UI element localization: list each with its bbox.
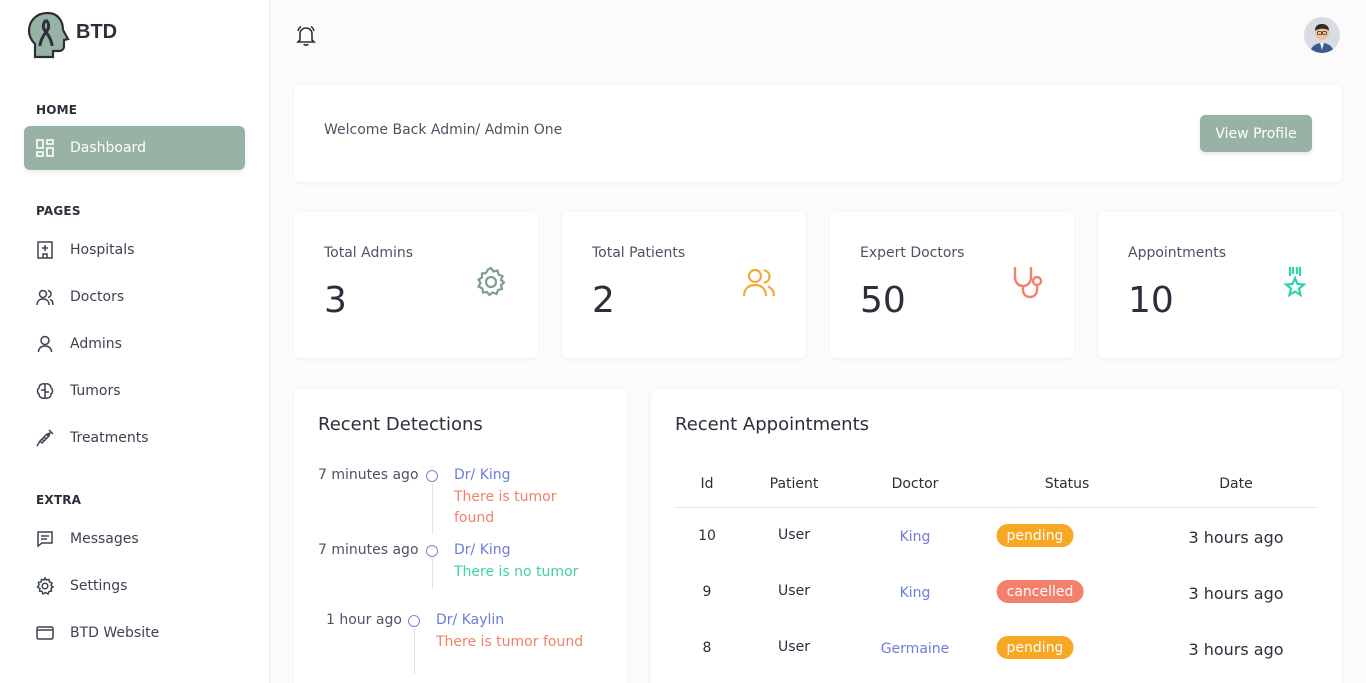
detection-time: 1 hour ago xyxy=(326,612,402,628)
user-avatar[interactable] xyxy=(1304,17,1340,53)
message-icon xyxy=(35,529,55,549)
detection-result: There is tumor found xyxy=(454,489,557,526)
stat-value: 3 xyxy=(324,280,347,321)
stat-value: 2 xyxy=(592,280,615,321)
award-icon xyxy=(1278,265,1312,299)
recent-detections-title: Recent Detections xyxy=(318,414,483,435)
stat-title: Total Admins xyxy=(324,245,414,261)
bell-icon[interactable] xyxy=(296,25,316,47)
sidebar-item-label: Messages xyxy=(70,531,139,547)
sidebar-item-doctors[interactable]: Doctors xyxy=(24,275,245,319)
sidebar-item-label: Tumors xyxy=(70,383,121,399)
stat-title: Appointments xyxy=(1128,245,1227,261)
detection-result: There is no tumor xyxy=(454,564,579,580)
sidebar-item-label: Hospitals xyxy=(70,242,135,258)
timeline-dot xyxy=(426,545,438,557)
dashboard-icon xyxy=(35,138,55,158)
section-label-home: HOME xyxy=(36,103,78,117)
sidebar-item-label: Admins xyxy=(70,336,122,352)
sidebar-item-label: BTD Website xyxy=(70,625,160,641)
gear-icon xyxy=(474,265,508,299)
column-header-id[interactable]: Id xyxy=(700,476,713,492)
sidebar-item-hospitals[interactable]: Hospitals xyxy=(24,228,245,272)
status-badge: pending xyxy=(996,636,1074,659)
detection-time: 7 minutes ago xyxy=(318,542,419,558)
column-header-doctor[interactable]: Doctor xyxy=(892,476,939,492)
stat-card-appointments: Appointments 10 xyxy=(1098,212,1342,358)
cell-doctor[interactable]: King xyxy=(900,529,931,545)
timeline-line xyxy=(432,559,433,589)
sidebar-item-treatments[interactable]: Treatments xyxy=(24,416,245,460)
timeline-dot xyxy=(408,615,420,627)
stat-value: 10 xyxy=(1128,280,1174,321)
cell-doctor[interactable]: King xyxy=(900,585,931,601)
sidebar-item-btd-website[interactable]: BTD Website xyxy=(24,611,245,655)
cell-date: 3 hours ago xyxy=(1188,528,1284,547)
cell-date: 3 hours ago xyxy=(1188,584,1284,603)
sidebar-item-settings[interactable]: Settings xyxy=(24,564,245,608)
user-icon xyxy=(35,334,55,354)
detection-doctor[interactable]: Dr/ King xyxy=(454,542,511,558)
sidebar-item-tumors[interactable]: Tumors xyxy=(24,369,245,413)
users-icon xyxy=(742,265,776,299)
timeline-line xyxy=(432,484,433,534)
hospital-icon xyxy=(35,240,55,260)
users-icon xyxy=(35,287,55,307)
cell-id: 9 xyxy=(702,584,712,600)
browser-icon xyxy=(35,623,55,643)
gear-icon xyxy=(35,576,55,596)
sidebar-item-label: Dashboard xyxy=(70,140,146,156)
syringe-icon xyxy=(35,428,55,448)
column-header-date[interactable]: Date xyxy=(1219,476,1252,492)
stat-card-total-admins: Total Admins 3 xyxy=(294,212,538,358)
stethoscope-icon xyxy=(1010,265,1044,299)
recent-appointments-title: Recent Appointments xyxy=(675,414,870,435)
cell-doctor[interactable]: Germaine xyxy=(881,641,950,657)
stat-card-expert-doctors: Expert Doctors 50 xyxy=(830,212,1074,358)
sidebar-item-label: Treatments xyxy=(70,430,149,446)
cell-patient: User xyxy=(778,583,810,599)
recent-detections-card: Recent Detections 7 minutes ago Dr/ King… xyxy=(294,389,627,683)
table-header-divider xyxy=(675,507,1318,508)
brain-icon xyxy=(35,381,55,401)
status-badge: pending xyxy=(996,524,1074,547)
sidebar-item-label: Settings xyxy=(70,578,128,594)
detection-time: 7 minutes ago xyxy=(318,467,419,483)
sidebar-item-dashboard[interactable]: Dashboard xyxy=(24,126,245,170)
stat-value: 50 xyxy=(860,280,906,321)
cell-patient: User xyxy=(778,639,810,655)
section-label-extra: EXTRA xyxy=(36,493,82,507)
column-header-status[interactable]: Status xyxy=(1045,476,1090,492)
recent-appointments-card: Recent Appointments Id Patient Doctor St… xyxy=(651,389,1342,683)
sidebar: BTD HOME Dashboard PAGES Hospitals Docto… xyxy=(0,0,270,683)
brand-logo[interactable]: BTD xyxy=(26,10,117,60)
stat-card-total-patients: Total Patients 2 xyxy=(562,212,806,358)
detection-result: There is tumor found xyxy=(436,634,584,650)
sidebar-item-admins[interactable]: Admins xyxy=(24,322,245,366)
brain-head-logo-icon xyxy=(27,11,70,59)
cell-patient: User xyxy=(778,527,810,543)
status-badge: cancelled xyxy=(996,580,1084,603)
sidebar-item-label: Doctors xyxy=(70,289,125,305)
timeline-line xyxy=(414,629,415,674)
detection-doctor[interactable]: Dr/ Kaylin xyxy=(436,612,504,628)
cell-id: 8 xyxy=(702,640,712,656)
cell-id: 10 xyxy=(698,528,716,544)
detection-doctor[interactable]: Dr/ King xyxy=(454,467,511,483)
cell-date: 3 hours ago xyxy=(1188,640,1284,659)
stat-title: Expert Doctors xyxy=(860,245,965,261)
timeline-dot xyxy=(426,470,438,482)
column-header-patient[interactable]: Patient xyxy=(770,476,819,492)
welcome-card: Welcome Back Admin/ Admin One View Profi… xyxy=(294,85,1342,182)
brand-name: BTD xyxy=(76,20,118,43)
view-profile-button[interactable]: View Profile xyxy=(1200,115,1312,152)
welcome-message: Welcome Back Admin/ Admin One xyxy=(324,122,563,138)
section-label-pages: PAGES xyxy=(36,204,81,218)
sidebar-item-messages[interactable]: Messages xyxy=(24,517,245,561)
stat-title: Total Patients xyxy=(592,245,686,261)
